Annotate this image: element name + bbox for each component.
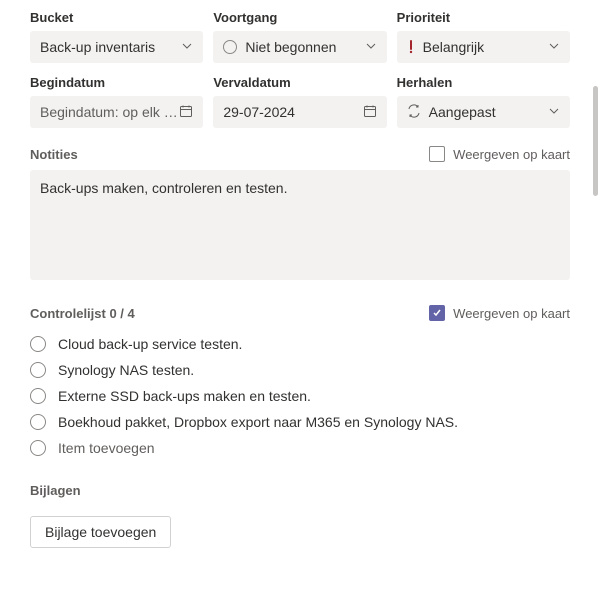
- checklist-count: 0 / 4: [109, 306, 134, 321]
- calendar-icon: [363, 104, 377, 121]
- duedate-input[interactable]: 29-07-2024: [213, 96, 386, 128]
- checklist-add-item[interactable]: Item toevoegen: [30, 435, 570, 461]
- priority-dropdown[interactable]: Belangrijk: [397, 31, 570, 63]
- checklist-show-on-card-label: Weergeven op kaart: [453, 306, 570, 321]
- checklist-item[interactable]: Boekhoud pakket, Dropbox export naar M36…: [30, 409, 570, 435]
- notes-show-on-card-toggle[interactable]: Weergeven op kaart: [429, 146, 570, 162]
- checklist-show-on-card-toggle[interactable]: Weergeven op kaart: [429, 305, 570, 321]
- checklist-item[interactable]: Synology NAS testen.: [30, 357, 570, 383]
- add-attachment-button[interactable]: Bijlage toevoegen: [30, 516, 171, 548]
- scrollbar[interactable]: [593, 86, 598, 196]
- repeat-dropdown[interactable]: Aangepast: [397, 96, 570, 128]
- repeat-icon: [407, 104, 421, 121]
- checklist-label: Controlelijst: [30, 306, 106, 321]
- bucket-value: Back-up inventaris: [40, 39, 155, 55]
- startdate-input[interactable]: Begindatum: op elk ge...: [30, 96, 203, 128]
- chevron-down-icon: [181, 39, 193, 55]
- repeat-value: Aangepast: [429, 104, 496, 120]
- duedate-value: 29-07-2024: [223, 104, 295, 120]
- checkbox-checked-icon: [429, 305, 445, 321]
- startdate-label: Begindatum: [30, 75, 203, 90]
- checklist-radio-icon[interactable]: [30, 388, 46, 404]
- notes-label: Notities: [30, 147, 78, 162]
- checklist-radio-icon[interactable]: [30, 414, 46, 430]
- checklist-item[interactable]: Cloud back-up service testen.: [30, 331, 570, 357]
- attachments-label: Bijlagen: [30, 483, 570, 498]
- checklist-add-text: Item toevoegen: [58, 440, 155, 456]
- checklist-radio-icon: [30, 440, 46, 456]
- checklist-item[interactable]: Externe SSD back-ups maken en testen.: [30, 383, 570, 409]
- repeat-label: Herhalen: [397, 75, 570, 90]
- checklist-item-text: Boekhoud pakket, Dropbox export naar M36…: [58, 414, 458, 430]
- notes-show-on-card-label: Weergeven op kaart: [453, 147, 570, 162]
- chevron-down-icon: [548, 104, 560, 120]
- progress-dropdown[interactable]: Niet begonnen: [213, 31, 386, 63]
- priority-label: Prioriteit: [397, 10, 570, 25]
- calendar-icon: [179, 104, 193, 121]
- checklist-item-text: Synology NAS testen.: [58, 362, 194, 378]
- startdate-placeholder: Begindatum: op elk ge...: [40, 104, 179, 120]
- checklist-item-text: Externe SSD back-ups maken en testen.: [58, 388, 311, 404]
- bucket-label: Bucket: [30, 10, 203, 25]
- bucket-dropdown[interactable]: Back-up inventaris: [30, 31, 203, 63]
- priority-value: Belangrijk: [423, 39, 484, 55]
- checklist-radio-icon[interactable]: [30, 362, 46, 378]
- progress-label: Voortgang: [213, 10, 386, 25]
- chevron-down-icon: [548, 39, 560, 55]
- progress-value: Niet begonnen: [245, 39, 336, 55]
- duedate-label: Vervaldatum: [213, 75, 386, 90]
- chevron-down-icon: [365, 39, 377, 55]
- checkbox-unchecked-icon: [429, 146, 445, 162]
- status-notstarted-icon: [223, 40, 237, 54]
- priority-important-icon: [407, 40, 415, 54]
- checklist-radio-icon[interactable]: [30, 336, 46, 352]
- notes-textarea[interactable]: [30, 170, 570, 280]
- checklist-item-text: Cloud back-up service testen.: [58, 336, 242, 352]
